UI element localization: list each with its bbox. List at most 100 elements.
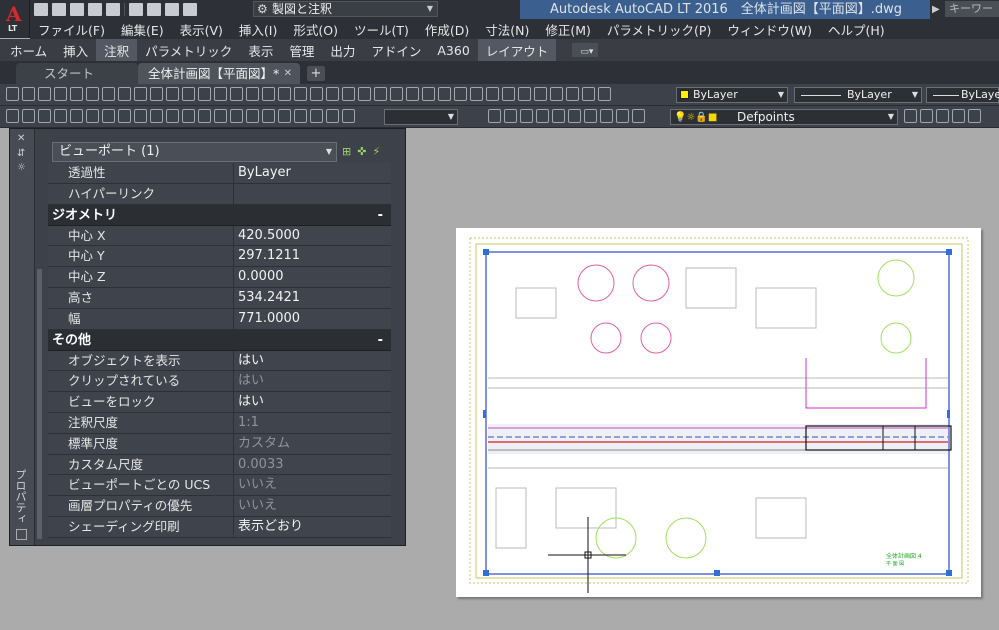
autohide-icon[interactable]: ⇵ (17, 148, 25, 159)
dimension-tool-icon[interactable] (38, 109, 51, 123)
property-row[interactable]: 高さ 534.2421 (48, 287, 391, 309)
settings-icon[interactable]: ☼ (17, 162, 26, 173)
ribbon-tab[interactable]: パラメトリック (137, 39, 240, 62)
save-disk-icon[interactable] (183, 3, 197, 16)
property-value[interactable]: はい (234, 371, 391, 392)
menu-item[interactable]: 形式(O) (285, 20, 346, 39)
new-tab-button[interactable]: + (307, 66, 325, 81)
grip-handle[interactable] (483, 410, 486, 418)
ribbon-tab[interactable]: レイアウト (477, 38, 557, 62)
draw-tool-icon[interactable] (294, 87, 307, 101)
property-value[interactable]: 1:1 (234, 412, 391, 433)
dimension-tool-icon[interactable] (6, 109, 19, 123)
dimension-tool-icon[interactable] (262, 109, 275, 123)
redo-icon[interactable] (147, 3, 161, 16)
lineweight-dropdown[interactable]: ByLayer (926, 87, 999, 103)
linetype-dropdown[interactable]: ByLayer ▼ (794, 87, 922, 103)
property-row[interactable]: 中心 Z 0.0000 (48, 267, 391, 288)
ribbon-tab[interactable]: 出力 (322, 39, 363, 62)
draw-tool-icon[interactable] (454, 87, 467, 101)
property-value[interactable]: カスタム (234, 433, 391, 454)
toggle-pickadd-icon[interactable]: ⊞ (342, 145, 351, 158)
dimension-tool-icon[interactable] (198, 109, 211, 123)
object-selector-dropdown[interactable]: ビューポート (1) ▼ (52, 142, 337, 162)
property-row[interactable]: カスタム尺度 0.0033 (48, 454, 391, 476)
menu-item[interactable]: 表示(V) (172, 20, 231, 39)
close-icon[interactable]: ✕ (17, 133, 25, 144)
menu-item[interactable]: ファイル(F) (30, 20, 113, 39)
grip-handle[interactable] (483, 249, 489, 255)
ribbon-tab[interactable]: 挿入 (55, 39, 96, 62)
menu-item[interactable]: 作成(D) (417, 20, 477, 39)
workspace-dropdown[interactable]: ⚙ 製図と注釈 ▼ (253, 1, 438, 17)
property-category[interactable]: その他 - (48, 329, 391, 351)
property-row[interactable]: 透過性 ByLayer (48, 163, 391, 184)
dimension-tool-icon[interactable] (118, 109, 131, 123)
property-row[interactable]: 標準尺度 カスタム (48, 433, 391, 455)
draw-tool-icon[interactable] (502, 87, 515, 101)
property-value[interactable]: いいえ (234, 475, 391, 496)
ribbon-display-toggle[interactable]: ▭▾ (572, 43, 599, 57)
open-icon[interactable] (52, 3, 66, 16)
grip-handle[interactable] (946, 249, 952, 255)
property-row[interactable]: ハイパーリンク (48, 183, 391, 205)
save-as-icon[interactable] (88, 3, 102, 16)
dimension-tool-icon[interactable] (246, 109, 259, 123)
draw-tool-icon[interactable] (198, 87, 211, 101)
menu-item[interactable]: ツール(T) (346, 20, 417, 39)
property-value[interactable]: 表示どおり (234, 516, 391, 537)
dimension-tool-icon[interactable] (166, 109, 179, 123)
menu-item[interactable]: 編集(E) (113, 20, 172, 39)
property-row[interactable]: オブジェクトを表示 はい (48, 350, 391, 372)
draw-tool-icon[interactable] (262, 87, 275, 101)
draw-tool-icon[interactable] (278, 87, 291, 101)
palette-menu-icon[interactable] (16, 529, 27, 540)
draw-tool-icon[interactable] (534, 87, 547, 101)
property-row[interactable]: 幅 771.0000 (48, 308, 391, 330)
search-input[interactable]: キーワード (945, 1, 999, 31)
draw-tool-icon[interactable] (438, 87, 451, 101)
property-row[interactable]: クリップされている はい (48, 371, 391, 393)
ribbon-tab[interactable]: A360 (429, 41, 477, 60)
text-tool-icon[interactable] (568, 109, 581, 123)
ribbon-tab[interactable]: 注釈 (96, 38, 138, 62)
menu-item[interactable]: 寸法(N) (477, 20, 537, 39)
dimension-tool-icon[interactable] (230, 109, 243, 123)
grip-handle[interactable] (714, 570, 720, 576)
dimension-tool-icon[interactable] (326, 109, 339, 123)
style-dropdown[interactable]: ▼ (384, 109, 458, 125)
draw-tool-icon[interactable] (150, 87, 163, 101)
ribbon-tab[interactable]: ホーム (2, 39, 55, 62)
dimension-tool-icon[interactable] (214, 109, 227, 123)
draw-tool-icon[interactable] (38, 87, 51, 101)
plot-icon[interactable] (106, 3, 120, 16)
text-tool-icon[interactable] (520, 109, 533, 123)
property-row[interactable]: ビューポートごとの UCS いいえ (48, 475, 391, 497)
text-tool-icon[interactable] (536, 109, 549, 123)
draw-tool-icon[interactable] (134, 87, 147, 101)
draw-tool-icon[interactable] (118, 87, 131, 101)
new-icon[interactable] (34, 3, 48, 16)
draw-tool-icon[interactable] (598, 87, 611, 101)
draw-tool-icon[interactable] (566, 87, 579, 101)
select-objects-icon[interactable]: ✜ (357, 145, 366, 158)
close-icon[interactable]: ✕ (284, 63, 292, 84)
draw-tool-icon[interactable] (166, 87, 179, 101)
draw-tool-icon[interactable] (518, 87, 531, 101)
property-category[interactable]: ジオメトリ - (48, 204, 391, 226)
dimension-tool-icon[interactable] (134, 109, 147, 123)
draw-tool-icon[interactable] (310, 87, 323, 101)
application-menu-button[interactable]: A LT (0, 0, 30, 38)
text-tool-icon[interactable] (488, 109, 501, 123)
draw-tool-icon[interactable] (422, 87, 435, 101)
draw-tool-icon[interactable] (406, 87, 419, 101)
text-tool-icon[interactable] (616, 109, 629, 123)
grip-handle[interactable] (947, 410, 950, 418)
draw-tool-icon[interactable] (230, 87, 243, 101)
property-value[interactable]: ByLayer (234, 163, 391, 183)
property-value[interactable]: はい (234, 350, 391, 371)
draw-tool-icon[interactable] (214, 87, 227, 101)
draw-tool-icon[interactable] (6, 87, 19, 101)
draw-tool-icon[interactable] (86, 87, 99, 101)
text-tool-icon[interactable] (584, 109, 597, 123)
